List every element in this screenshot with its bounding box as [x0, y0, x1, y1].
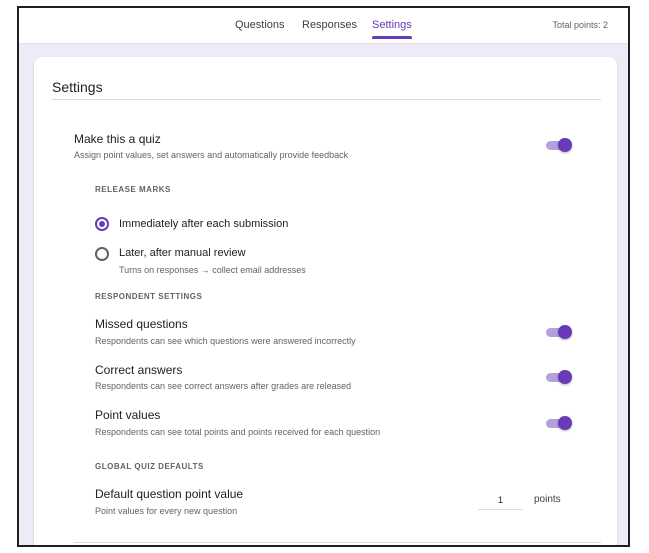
page-title: Settings	[52, 79, 103, 95]
point-values-subtitle: Respondents can see total points and poi…	[95, 427, 381, 437]
correct-answers-subtitle: Respondents can see correct answers afte…	[95, 381, 352, 391]
point-values-toggle[interactable]	[546, 416, 574, 430]
quiz-toggle-subtitle: Assign point values, set answers and aut…	[74, 150, 349, 160]
make-quiz-toggle[interactable]	[546, 138, 574, 152]
bottom-divider	[74, 542, 601, 543]
active-tab-indicator	[372, 36, 412, 39]
points-unit-label: points	[534, 494, 561, 505]
toggle-thumb	[558, 325, 572, 339]
radio-later-sublabel: Turns on responses → collect email addre…	[119, 265, 306, 275]
radio-dot	[99, 221, 105, 227]
respondent-settings-label: RESPONDENT SETTINGS	[95, 292, 203, 301]
title-divider	[52, 99, 601, 100]
point-values-title: Point values	[95, 408, 161, 422]
settings-card: Settings Make this a quiz Assign point v…	[34, 57, 617, 545]
default-point-value-subtitle: Point values for every new question	[95, 506, 238, 516]
global-defaults-label: GLOBAL QUIZ DEFAULTS	[95, 462, 204, 471]
default-point-value-input[interactable]	[478, 490, 523, 510]
quiz-toggle-title: Make this a quiz	[74, 132, 161, 146]
radio-immediately[interactable]	[95, 217, 109, 231]
total-points: Total points: 2	[552, 20, 608, 30]
tab-responses[interactable]: Responses	[302, 19, 357, 31]
toggle-thumb	[558, 138, 572, 152]
app-frame: Questions Responses Settings Total point…	[17, 6, 630, 547]
tab-settings[interactable]: Settings	[372, 19, 412, 39]
radio-immediately-label[interactable]: Immediately after each submission	[119, 218, 288, 230]
release-marks-label: RELEASE MARKS	[95, 185, 171, 194]
missed-questions-title: Missed questions	[95, 317, 188, 331]
missed-questions-subtitle: Respondents can see which questions were…	[95, 336, 356, 346]
toggle-thumb	[558, 416, 572, 430]
radio-later[interactable]	[95, 247, 109, 261]
top-tab-bar: Questions Responses Settings Total point…	[19, 8, 628, 44]
tab-questions[interactable]: Questions	[235, 19, 285, 31]
correct-answers-toggle[interactable]	[546, 370, 574, 384]
default-point-value-title: Default question point value	[95, 487, 244, 501]
toggle-thumb	[558, 370, 572, 384]
missed-questions-toggle[interactable]	[546, 325, 574, 339]
radio-later-label[interactable]: Later, after manual review	[119, 247, 246, 259]
correct-answers-title: Correct answers	[95, 363, 183, 377]
tab-settings-label: Settings	[372, 19, 412, 31]
